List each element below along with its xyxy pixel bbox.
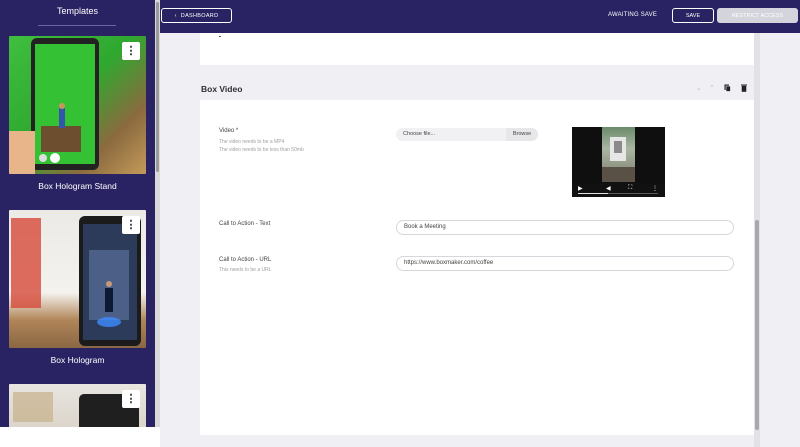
chevron-left-icon: ‹ bbox=[174, 12, 177, 19]
volume-icon[interactable]: ◀ bbox=[606, 185, 611, 192]
video-progress-bar[interactable] bbox=[578, 193, 658, 194]
template-card-box-hologram[interactable]: ⋮ bbox=[9, 210, 146, 348]
sidebar-scrollbar-thumb[interactable] bbox=[156, 2, 159, 172]
video-help-format: The video needs to be a MP4 bbox=[219, 139, 285, 145]
restrict-access-button[interactable]: RESTRICT ACCESS bbox=[717, 8, 798, 23]
template-label: Box Hologram Stand bbox=[38, 181, 117, 191]
more-options-icon[interactable]: ⋮ bbox=[652, 185, 658, 192]
template-menu-button[interactable]: ⋮ bbox=[122, 390, 140, 408]
dashboard-label: DASHBOARD bbox=[180, 12, 219, 19]
trash-icon[interactable] bbox=[741, 84, 747, 94]
choose-file-label: Choose file... bbox=[403, 131, 436, 137]
template-menu-button[interactable]: ⋮ bbox=[122, 216, 140, 234]
template-label: Box Hologram bbox=[50, 355, 105, 365]
top-bar: ‹ DASHBOARD AWAITING SAVE SAVE RESTRICT … bbox=[160, 0, 800, 33]
fullscreen-icon[interactable]: ⛶ bbox=[628, 185, 632, 192]
sidebar-divider bbox=[38, 25, 116, 26]
cta-text-label: Call to Action - Text bbox=[219, 221, 271, 227]
dashboard-button[interactable]: ‹ DASHBOARD bbox=[161, 8, 232, 23]
save-status: AWAITING SAVE bbox=[608, 12, 658, 18]
cta-url-input[interactable]: https://www.boxmaker.com/coffee bbox=[396, 256, 734, 271]
section-header: Box Video ⌄ ⌃ bbox=[200, 78, 754, 100]
video-help-size: The video needs to be less than 50mb bbox=[219, 147, 304, 153]
template-card-box-hologram-stand[interactable]: ⋮ bbox=[9, 36, 146, 174]
cta-url-help: This needs to be a URL bbox=[219, 267, 272, 273]
box-video-panel: Video * The video needs to be a MP4 The … bbox=[200, 100, 754, 435]
save-button[interactable]: SAVE bbox=[672, 8, 714, 23]
video-preview[interactable]: ▶ ◀ ⛶ ⋮ bbox=[572, 127, 665, 197]
play-icon[interactable]: ▶ bbox=[578, 185, 583, 192]
sidebar-title: Templates bbox=[56, 6, 99, 16]
cta-url-label: Call to Action - URL bbox=[219, 257, 272, 263]
video-label: Video * bbox=[219, 128, 239, 134]
browse-button[interactable]: Browse bbox=[506, 128, 538, 141]
main-scrollbar-thumb[interactable] bbox=[755, 220, 759, 430]
copy-icon[interactable] bbox=[724, 84, 731, 94]
video-controls: ▶ ◀ ⛶ ⋮ bbox=[572, 183, 665, 197]
template-menu-button[interactable]: ⋮ bbox=[122, 42, 140, 60]
cta-text-input[interactable]: Book a Meeting bbox=[396, 220, 734, 235]
previous-section-link[interactable] bbox=[219, 31, 221, 37]
video-frame bbox=[602, 127, 635, 182]
chevron-down-icon[interactable]: ⌄ bbox=[696, 84, 702, 92]
section-title: Box Video bbox=[201, 84, 243, 94]
video-thumbnail bbox=[602, 137, 635, 182]
previous-section-panel bbox=[200, 33, 754, 65]
chevron-up-icon[interactable]: ⌃ bbox=[709, 84, 715, 92]
templates-sidebar: Templates ⋮ Box Hologram Stand ⋮ Box Hol bbox=[0, 0, 160, 447]
video-progress-fill bbox=[578, 193, 608, 194]
video-file-input[interactable]: Choose file... Browse bbox=[396, 128, 538, 141]
sidebar-footer bbox=[0, 427, 160, 447]
